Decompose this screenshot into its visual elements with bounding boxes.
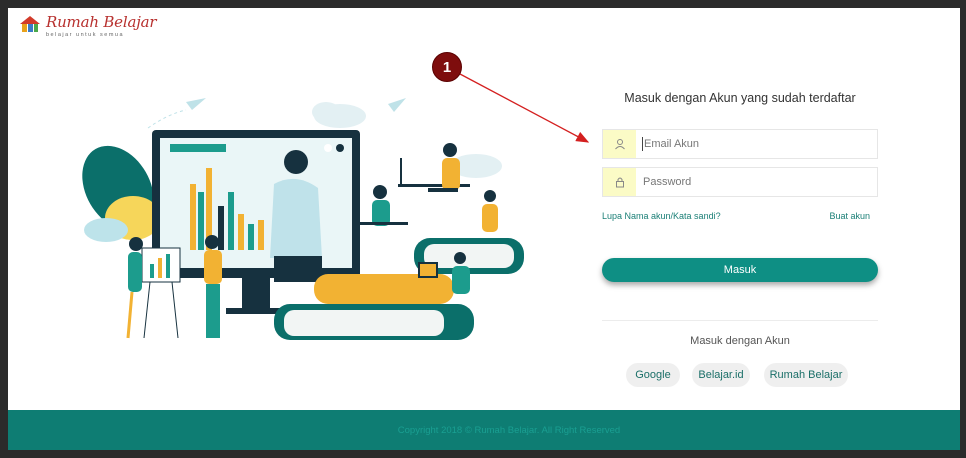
- user-icon: [603, 130, 636, 158]
- footer: Copyright 2018 © Rumah Belajar. All Righ…: [8, 410, 960, 450]
- email-input[interactable]: [642, 137, 877, 151]
- copyright-text: Copyright 2018 © Rumah Belajar. All Righ…: [397, 424, 621, 436]
- create-account-link[interactable]: Buat akun: [829, 211, 870, 221]
- house-logo-icon: [20, 16, 40, 32]
- password-input[interactable]: [636, 168, 877, 196]
- lock-icon: [603, 168, 636, 196]
- learning-illustration: [82, 98, 524, 340]
- section-divider: [602, 320, 878, 321]
- google-login-button[interactable]: Google: [626, 363, 680, 387]
- site-logo[interactable]: Rumah Belajar belajar untuk semua: [18, 13, 157, 38]
- forgot-password-link[interactable]: Lupa Nama akun/Kata sandi?: [602, 211, 721, 221]
- login-title: Masuk dengan Akun yang sudah terdaftar: [624, 91, 856, 105]
- email-field[interactable]: [602, 129, 878, 159]
- logo-title: Rumah Belajar: [46, 13, 157, 31]
- rumah-belajar-login-button[interactable]: Rumah Belajar: [764, 363, 848, 387]
- login-button[interactable]: Masuk: [602, 258, 878, 282]
- login-page: Rumah Belajar belajar untuk semua Masuk …: [8, 8, 960, 450]
- alt-login-title: Masuk dengan Akun: [690, 335, 790, 347]
- password-field[interactable]: [602, 167, 878, 197]
- logo-subtitle: belajar untuk semua: [46, 32, 125, 38]
- annotation-badge: 1: [432, 52, 462, 82]
- belajar-id-login-button[interactable]: Belajar.id: [692, 363, 750, 387]
